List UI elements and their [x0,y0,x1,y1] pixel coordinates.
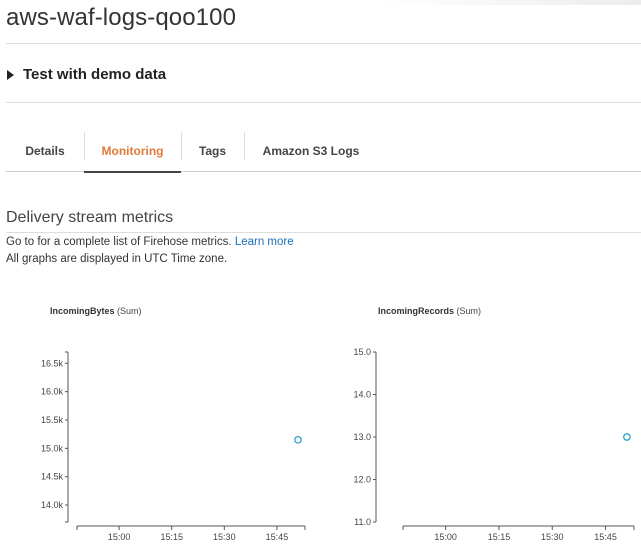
y-tick-label: 14.5k [41,472,64,482]
y-tick-label: 15.5k [41,415,64,425]
x-tick-label: 15:30 [541,532,564,542]
chart-stat: (Sum) [117,306,142,316]
chart-metric-name: IncomingRecords [378,306,455,316]
incoming-records-chart: 15.0 14.0 13.0 12.0 11.0 15:00 15:15 15:30 15:45 [353,347,635,542]
demo-divider [6,102,641,103]
tab-bar: Details Monitoring Tags Amazon S3 Logs [6,130,641,173]
tab-tags[interactable]: Tags [181,130,244,172]
caret-right-icon [7,69,14,80]
metrics-description-text: Go to for a complete list of Firehose me… [6,236,232,248]
y-tick-label: 16.5k [41,358,64,368]
chart-stat: (Sum) [456,306,482,316]
x-tick-label: 15:15 [160,532,183,542]
chart-metric-name: IncomingBytes [50,306,115,316]
y-tick-label: 15.0 [353,347,371,357]
delivery-stream-metrics-heading: Delivery stream metrics [6,209,174,226]
tab-monitoring[interactable]: Monitoring [84,130,181,173]
title-divider [6,43,641,44]
y-tick-label: 16.0k [41,387,64,397]
x-tick-label: 15:30 [213,532,236,542]
y-tick-label: 13.0 [353,432,371,442]
data-point [294,435,302,444]
y-tick-label: 11.0 [354,517,371,527]
test-demo-data-toggle[interactable]: Test with demo data [7,66,166,83]
metrics-description: Go to for a complete list of Firehose me… [6,236,294,248]
x-tick-label: 15:00 [108,532,131,542]
incoming-bytes-chart: 16.5k 16.0k 15.5k 15.0k 14.5k 14.0k 15:00 15:15… [41,351,306,542]
x-tick-label: 15:45 [266,532,289,542]
timezone-note: All graphs are displayed in UTC Time zon… [6,253,228,265]
top-bar-edge [380,0,641,5]
x-tick-label: 15:00 [434,532,457,542]
data-point [623,433,631,441]
x-tick-label: 15:45 [594,532,617,542]
y-tick-label: 14.0 [353,390,371,400]
x-tick-label: 15:15 [488,532,511,542]
y-tick-label: 14.0k [41,500,64,510]
chart-title-incoming-bytes: IncomingBytes (Sum) [50,306,142,316]
y-tick-label: 12.0 [353,475,371,485]
tab-details[interactable]: Details [6,130,84,172]
section-divider [6,232,641,233]
chart-title-incoming-records: IncomingRecords (Sum) [378,306,481,316]
learn-more-link[interactable]: Learn more [235,236,294,248]
y-tick-label: 15.0k [41,443,64,453]
page-title: aws-waf-logs-qoo100 [6,4,237,31]
test-demo-data-label: Test with demo data [23,66,167,83]
tab-amazon-s3-logs[interactable]: Amazon S3 Logs [244,130,378,172]
